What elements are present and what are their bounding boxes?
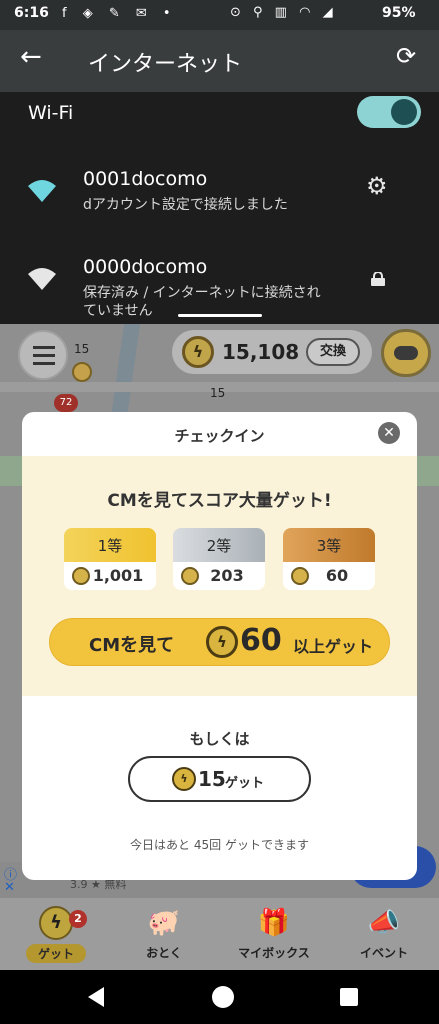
cm-button-suffix: 以上ゲット xyxy=(293,637,374,656)
refresh-icon[interactable]: ⟳ xyxy=(396,42,416,70)
status-bar: 6:16 f ◈ ✎ ✉ • ⊙ ⚲ ▥ ◠ ◢ 95% xyxy=(0,0,439,30)
gamepad-button[interactable] xyxy=(381,329,431,377)
wifi-toggle[interactable] xyxy=(357,96,421,128)
wifi-signal-icon xyxy=(28,180,56,202)
dialog-title: チェックイン xyxy=(174,427,265,445)
nav-label: ゲット xyxy=(25,944,86,963)
bolt-coin-icon: ϟ xyxy=(182,336,214,368)
bolt-coin-icon: ϟ xyxy=(39,906,73,940)
prize-rank: 1等 xyxy=(64,528,156,564)
prize-card-3: 3等 60 xyxy=(283,528,375,590)
ad-close-icon[interactable]: ✕ xyxy=(4,880,15,895)
system-navigation-bar xyxy=(0,970,439,1024)
watch-cm-button[interactable]: CMを見て ϟ 60 以上ゲット xyxy=(49,618,390,666)
close-icon[interactable]: ✕ xyxy=(378,422,400,444)
recents-icon[interactable] xyxy=(340,988,358,1006)
exchange-button[interactable]: 交換 xyxy=(306,338,360,366)
battery-level: 95% xyxy=(382,5,416,21)
network-status: dアカウント設定で接続しました xyxy=(83,197,288,213)
megaphone-icon: 📣 xyxy=(367,908,401,938)
get-score-button[interactable]: ϟ 15 ゲット xyxy=(128,756,311,802)
wifi-network-list: Wi-Fi 0001docomo dアカウント設定で接続しました ⚙ 0000d… xyxy=(0,92,439,324)
prize-card-1: 1等 1,001 xyxy=(64,528,156,590)
internet-title: インターネット xyxy=(88,52,243,77)
cm-button-prefix: CMを見て xyxy=(89,635,175,656)
gamepad-icon xyxy=(394,346,418,360)
score-value: 15,108 xyxy=(222,340,300,364)
toggle-knob xyxy=(391,99,417,125)
map-pin-count: 15 xyxy=(74,342,90,356)
cm-headline: CMを見てスコア大量ゲット! xyxy=(107,491,332,511)
nav-get[interactable]: ϟ ゲット 2 xyxy=(6,906,106,963)
nav-label: イベント xyxy=(359,946,408,960)
gift-box-icon: 🎁 xyxy=(257,908,291,938)
score-display: ϟ 15,108 交換 xyxy=(172,330,372,374)
gear-icon[interactable]: ⚙ xyxy=(366,172,388,200)
bolt-coin-icon: ϟ xyxy=(172,767,196,791)
menu-bar xyxy=(33,346,55,349)
map-pin-count: 15 xyxy=(210,386,226,400)
bolt-coin-icon xyxy=(291,567,309,585)
get-amount: 15 xyxy=(198,767,226,791)
wifi-label: Wi-Fi xyxy=(28,102,74,124)
menu-bar xyxy=(33,362,55,365)
lock-icon xyxy=(371,272,385,286)
remaining-count-text: 今日はあと 45回 ゲットできます xyxy=(130,838,309,852)
map-coin-pin[interactable] xyxy=(72,362,92,382)
nav-badge: 2 xyxy=(69,910,87,928)
nav-otoku[interactable]: 🐖 おとく xyxy=(114,906,214,961)
bolt-coin-icon xyxy=(181,567,199,585)
map-badge: 72 xyxy=(54,394,78,412)
bolt-coin-icon xyxy=(72,567,90,585)
system-icons: ⊙ ⚲ ▥ ◠ ◢ xyxy=(230,5,337,20)
cm-button-amount: 60 xyxy=(240,623,282,658)
prize-rank: 2等 xyxy=(173,528,265,564)
or-divider-text: もしくは xyxy=(189,730,250,748)
prize-rank: 3等 xyxy=(283,528,375,564)
screen: 6:16 f ◈ ✎ ✉ • ⊙ ⚲ ▥ ◠ ◢ 95% ← インターネット ⟳… xyxy=(0,0,439,1024)
internet-header: ← インターネット ⟳ xyxy=(0,30,439,92)
notification-icons: f ◈ ✎ ✉ • xyxy=(62,6,177,21)
back-icon[interactable] xyxy=(88,987,104,1007)
sheet-handle[interactable] xyxy=(178,314,262,317)
network-item[interactable]: 0001docomo dアカウント設定で接続しました ⚙ xyxy=(0,168,439,238)
nav-label: おとく xyxy=(146,946,182,960)
dialog-header: チェックイン ✕ xyxy=(22,412,417,456)
get-label: ゲット xyxy=(225,776,265,791)
wifi-signal-icon xyxy=(28,268,56,290)
checkin-dialog: チェックイン ✕ CMを見てスコア大量ゲット! 1等 1,001 2等 203 … xyxy=(22,412,417,880)
nav-mybox[interactable]: 🎁 マイボックス xyxy=(224,906,324,961)
cm-reward-section: CMを見てスコア大量ゲット! 1等 1,001 2等 203 3等 60 CMを… xyxy=(22,456,417,696)
prize-card-2: 2等 203 xyxy=(173,528,265,590)
network-ssid: 0000docomo xyxy=(83,256,208,278)
piggy-bank-icon: 🐖 xyxy=(147,908,181,938)
home-icon[interactable] xyxy=(212,986,234,1008)
nav-event[interactable]: 📣 イベント xyxy=(334,906,434,961)
bottom-navigation: ϟ ゲット 2 🐖 おとく 🎁 マイボックス 📣 イベント xyxy=(0,898,439,970)
network-ssid: 0001docomo xyxy=(83,168,208,190)
bolt-coin-icon: ϟ xyxy=(206,626,238,658)
nav-label: マイボックス xyxy=(238,946,310,960)
menu-button[interactable] xyxy=(18,330,68,380)
menu-bar xyxy=(33,354,55,357)
arrow-left-icon[interactable]: ← xyxy=(20,42,42,72)
status-time: 6:16 xyxy=(14,5,49,21)
